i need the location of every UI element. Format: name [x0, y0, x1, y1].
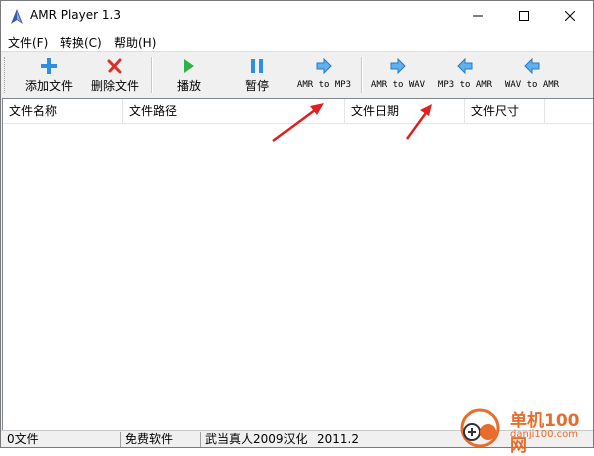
watermark-logo	[460, 408, 500, 448]
annotation-arrow-2	[405, 104, 432, 140]
annotation-overlay	[272, 103, 432, 143]
annotation-arrow-1	[272, 103, 324, 143]
watermark: 单机100网 danji100.com	[458, 404, 594, 456]
watermark-domain: danji100.com	[510, 429, 578, 440]
